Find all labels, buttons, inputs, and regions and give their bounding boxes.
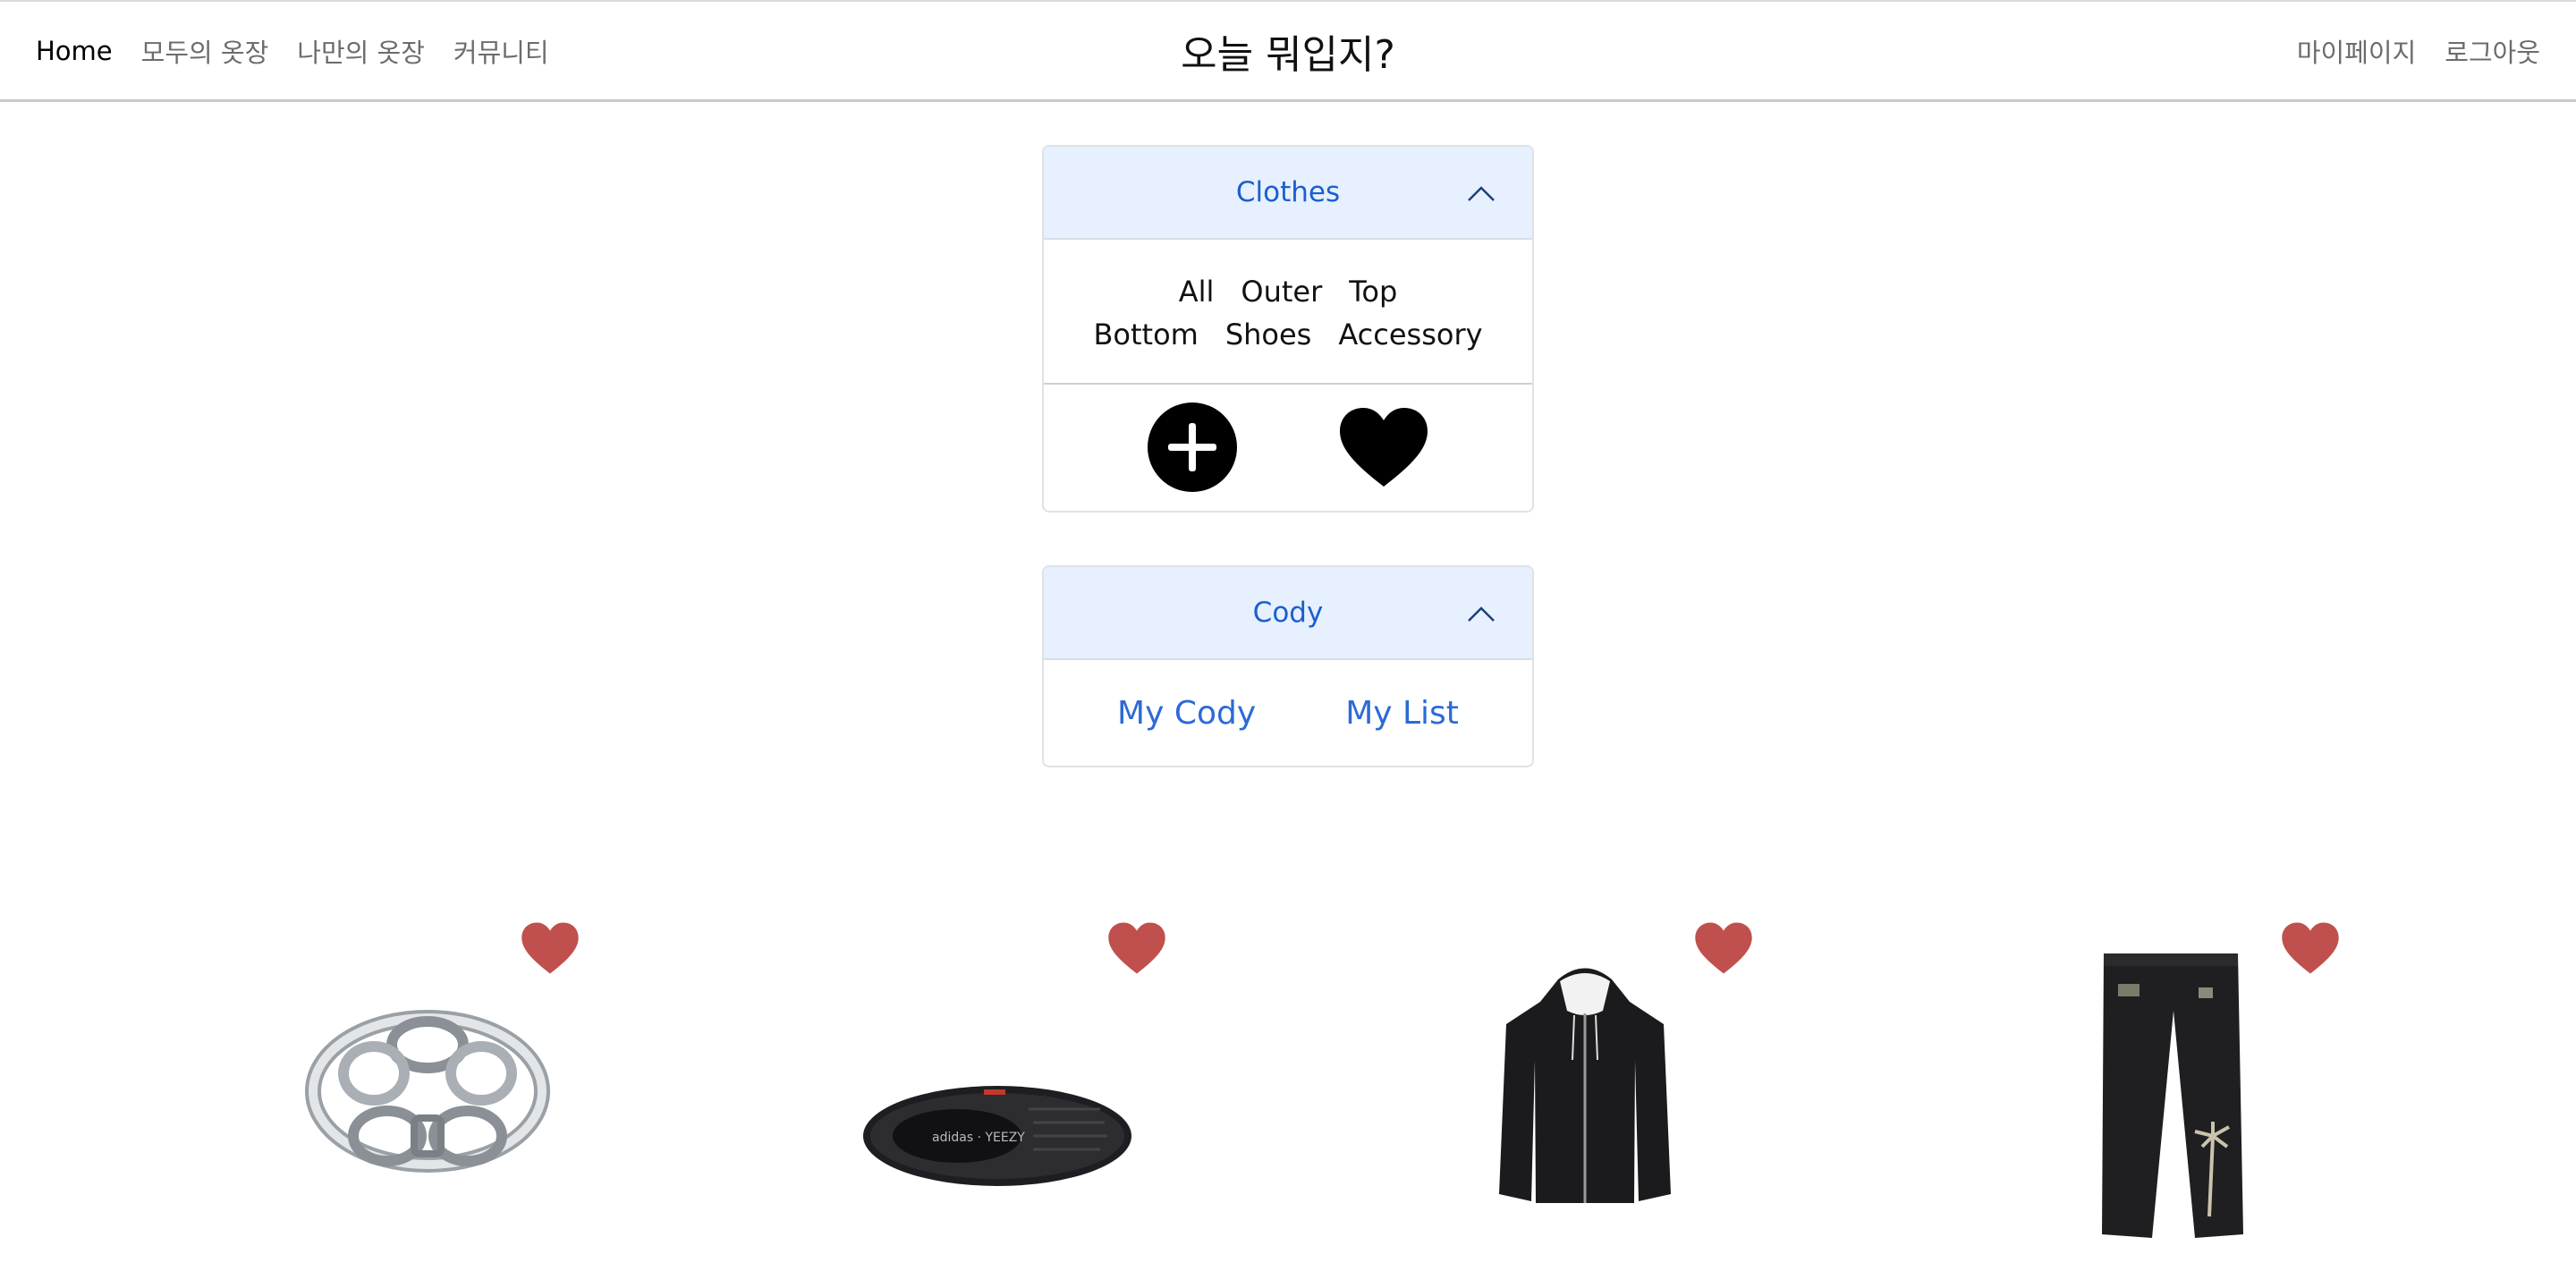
- clothes-accordion-title: Clothes: [1235, 176, 1341, 208]
- chevron-up-icon: [1468, 606, 1495, 622]
- category-shoes[interactable]: Shoes: [1225, 313, 1312, 356]
- ring-image: [305, 1010, 550, 1173]
- category-row-1: All Outer Top: [1044, 270, 1532, 313]
- category-row-2: Bottom Shoes Accessory: [1044, 313, 1532, 356]
- nav-community-link[interactable]: 커뮤니티: [453, 32, 549, 70]
- category-accessory[interactable]: Accessory: [1338, 313, 1482, 356]
- sneaker-image: adidas · YEEZY: [863, 1086, 1131, 1186]
- brand-title[interactable]: 오늘 뭐입지?: [1181, 22, 1395, 80]
- cody-accordion-title: Cody: [1252, 597, 1324, 629]
- category-top[interactable]: Top: [1349, 270, 1397, 313]
- nav-logout-link[interactable]: 로그아웃: [2445, 32, 2540, 70]
- hoodie-image: [1499, 968, 1671, 1203]
- product-card-ring[interactable]: [259, 903, 724, 1288]
- favorite-heart-icon[interactable]: [1107, 921, 1166, 975]
- clothes-accordion-header[interactable]: Clothes: [1044, 147, 1532, 240]
- nav-left-links: Home 모두의 옷장 나만의 옷장 커뮤니티: [36, 2, 549, 100]
- chevron-up-icon: [1468, 186, 1495, 201]
- plus-circle-icon[interactable]: [1147, 402, 1238, 493]
- my-list-link[interactable]: My List: [1345, 695, 1459, 732]
- clothes-actions: [1044, 385, 1532, 510]
- svg-text:adidas · YEEZY: adidas · YEEZY: [932, 1131, 1025, 1145]
- cody-links: My Cody My List: [1044, 660, 1532, 766]
- top-navbar: Home 모두의 옷장 나만의 옷장 커뮤니티 오늘 뭐입지? 마이페이지 로그…: [0, 0, 2576, 102]
- clothes-accordion: Clothes All Outer Top Bottom Shoes Acces…: [1042, 145, 1534, 513]
- category-all[interactable]: All: [1179, 270, 1215, 313]
- pants-image: [2102, 953, 2243, 1238]
- cody-accordion: Cody My Cody My List: [1042, 565, 1534, 767]
- nav-everyone-closet-link[interactable]: 모두의 옷장: [141, 32, 269, 70]
- heart-icon[interactable]: [1338, 406, 1429, 488]
- favorite-heart-icon[interactable]: [521, 921, 580, 975]
- category-bottom[interactable]: Bottom: [1093, 313, 1198, 356]
- nav-home-link[interactable]: Home: [36, 36, 113, 66]
- product-card-sneaker[interactable]: adidas · YEEZY: [846, 903, 1311, 1288]
- nav-mypage-link[interactable]: 마이페이지: [2297, 32, 2416, 70]
- product-card-pants[interactable]: [2020, 903, 2485, 1288]
- category-outer[interactable]: Outer: [1241, 270, 1322, 313]
- cody-accordion-header[interactable]: Cody: [1044, 567, 1532, 660]
- nav-right-links: 마이페이지 로그아웃: [2297, 2, 2540, 100]
- product-card-hoodie[interactable]: [1433, 903, 1898, 1288]
- favorite-heart-icon[interactable]: [1694, 921, 1753, 975]
- my-cody-link[interactable]: My Cody: [1117, 695, 1256, 732]
- favorite-heart-icon[interactable]: [2281, 921, 2340, 975]
- nav-my-closet-link[interactable]: 나만의 옷장: [297, 32, 425, 70]
- clothes-category-list: All Outer Top Bottom Shoes Accessory: [1044, 240, 1532, 385]
